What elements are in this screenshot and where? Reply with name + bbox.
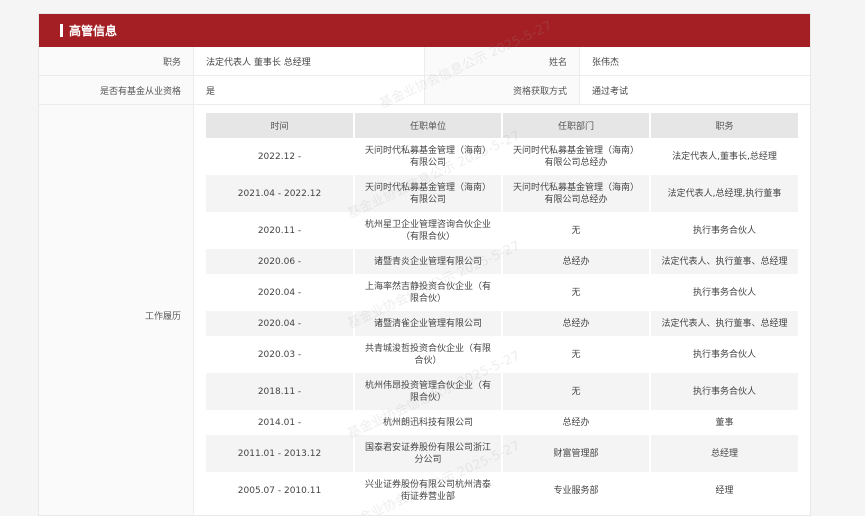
- cell-employer: 诸暨清雀企业管理有限公司: [354, 311, 503, 336]
- table-row: 2020.04 - 上海率然吉静投资合伙企业（有限合伙） 无 执行事务合伙人: [206, 274, 798, 311]
- table-row: 2018.11 - 杭州伟昂投资管理合伙企业（有限合伙） 无 执行事务合伙人: [206, 373, 798, 410]
- cell-employer: 杭州伟昂投资管理合伙企业（有限合伙）: [354, 373, 503, 410]
- cell-title: 经理: [650, 472, 798, 509]
- cell-time: 2011.01 - 2013.12: [206, 435, 355, 472]
- cell-title: 执行事务合伙人: [650, 373, 798, 410]
- cell-department: 无: [502, 274, 651, 311]
- cell-department: 总经办: [502, 410, 651, 435]
- table-row: 2020.03 - 共青城浚哲投资合伙企业（有限合伙） 无 执行事务合伙人: [206, 336, 798, 373]
- cell-title: 法定代表人,董事长,总经理: [650, 138, 798, 175]
- table-row: 2022.12 - 天问时代私募基金管理（海南）有限公司 天问时代私募基金管理（…: [206, 138, 798, 175]
- cell-time: 2022.12 -: [206, 138, 355, 175]
- cell-department: 总经办: [502, 311, 651, 336]
- cell-employer: 兴业证券股份有限公司杭州清泰街证券营业部: [354, 472, 503, 509]
- cell-employer: 共青城浚哲投资合伙企业（有限合伙）: [354, 336, 503, 373]
- cell-department: 总经办: [502, 249, 651, 274]
- cell-employer: 国泰君安证券股份有限公司浙江分公司: [354, 435, 503, 472]
- section-title: 高管信息: [69, 24, 118, 38]
- table-row: 2011.01 - 2013.12 国泰君安证券股份有限公司浙江分公司 财富管理…: [206, 435, 798, 472]
- cell-time: 2018.11 -: [206, 373, 355, 410]
- section-header: 高管信息: [39, 14, 810, 47]
- fund-qualification-label: 是否有基金从业资格: [39, 76, 194, 104]
- cell-title: 总经理: [650, 435, 798, 472]
- table-row: 2021.04 - 2022.12 天问时代私募基金管理（海南）有限公司 天问时…: [206, 175, 798, 212]
- cell-title: 董事: [650, 410, 798, 435]
- cell-employer: 天问时代私募基金管理（海南）有限公司: [354, 138, 503, 175]
- cell-department: 无: [502, 373, 651, 410]
- cell-time: 2020.04 -: [206, 274, 355, 311]
- table-row: 2005.07 - 2010.11 兴业证券股份有限公司杭州清泰街证券营业部 专…: [206, 472, 798, 509]
- cell-department: 专业服务部: [502, 472, 651, 509]
- cell-department: 财富管理部: [502, 435, 651, 472]
- table-header-row: 时间 任职单位 任职部门 职务: [206, 113, 798, 138]
- cell-employer: 天问时代私募基金管理（海南）有限公司: [354, 175, 503, 212]
- cell-time: 2014.01 -: [206, 410, 355, 435]
- cell-department: 天问时代私募基金管理（海南）有限公司总经办: [502, 138, 651, 175]
- name-value: 张伟杰: [592, 57, 620, 68]
- cell-time: 2005.07 - 2010.11: [206, 472, 355, 509]
- info-grid: 职务 法定代表人 董事长 总经理 姓名 张伟杰 是否有基金从业资格 是 资格获取…: [39, 47, 810, 515]
- position-value: 法定代表人 董事长 总经理: [194, 47, 425, 75]
- fund-qualification-value: 是: [194, 76, 425, 104]
- cell-time: 2021.04 - 2022.12: [206, 175, 355, 212]
- header-title: 职务: [650, 113, 798, 138]
- cell-title: 执行事务合伙人: [650, 212, 798, 249]
- cell-employer: 诸暨青炎企业管理有限公司: [354, 249, 503, 274]
- cell-title: 法定代表人、执行董事、总经理: [650, 249, 798, 274]
- cell-time: 2020.03 -: [206, 336, 355, 373]
- header-accent-bar: [60, 24, 63, 37]
- cell-time: 2020.11 -: [206, 212, 355, 249]
- table-row: 2020.04 - 诸暨清雀企业管理有限公司 总经办 法定代表人、执行董事、总经…: [206, 311, 798, 336]
- cell-department: 无: [502, 212, 651, 249]
- position-label: 职务: [39, 47, 194, 75]
- cell-time: 2020.04 -: [206, 311, 355, 336]
- cell-title: 执行事务合伙人: [650, 336, 798, 373]
- cell-title: 法定代表人,总经理,执行董事: [650, 175, 798, 212]
- table-row: 2014.01 - 杭州朗迅科技有限公司 总经办 董事: [206, 410, 798, 435]
- qualification-method-value: 通过考试: [592, 86, 629, 97]
- table-row: 2020.06 - 诸暨青炎企业管理有限公司 总经办 法定代表人、执行董事、总经…: [206, 249, 798, 274]
- header-department: 任职部门: [502, 113, 651, 138]
- cell-department: 无: [502, 336, 651, 373]
- cell-title: 执行事务合伙人: [650, 274, 798, 311]
- cell-time: 2020.06 -: [206, 249, 355, 274]
- qualification-method-label: 资格获取方式: [425, 76, 580, 104]
- name-label: 姓名: [425, 47, 580, 75]
- executive-info-card: 高管信息 职务 法定代表人 董事长 总经理 姓名 张伟杰 是否有基金从业资格 是…: [38, 13, 811, 516]
- cell-department: 天问时代私募基金管理（海南）有限公司总经办: [502, 175, 651, 212]
- header-time: 时间: [206, 113, 355, 138]
- info-row-qualification: 是否有基金从业资格 是 资格获取方式 通过考试: [39, 76, 810, 105]
- cell-employer: 杭州朗迅科技有限公司: [354, 410, 503, 435]
- work-history-label: 工作履历: [39, 105, 194, 515]
- info-row-resume: 工作履历 时间 任职单位 任职部门 职务 2022.12 - 天问时代私募基金管…: [39, 105, 810, 515]
- work-history-table: 时间 任职单位 任职部门 职务 2022.12 - 天问时代私募基金管理（海南）…: [206, 113, 798, 509]
- header-employer: 任职单位: [354, 113, 503, 138]
- cell-employer: 杭州星卫企业管理咨询合伙企业（有限合伙）: [354, 212, 503, 249]
- table-row: 2020.11 - 杭州星卫企业管理咨询合伙企业（有限合伙） 无 执行事务合伙人: [206, 212, 798, 249]
- info-row-position: 职务 法定代表人 董事长 总经理 姓名 张伟杰: [39, 47, 810, 76]
- cell-employer: 上海率然吉静投资合伙企业（有限合伙）: [354, 274, 503, 311]
- cell-title: 法定代表人、执行董事、总经理: [650, 311, 798, 336]
